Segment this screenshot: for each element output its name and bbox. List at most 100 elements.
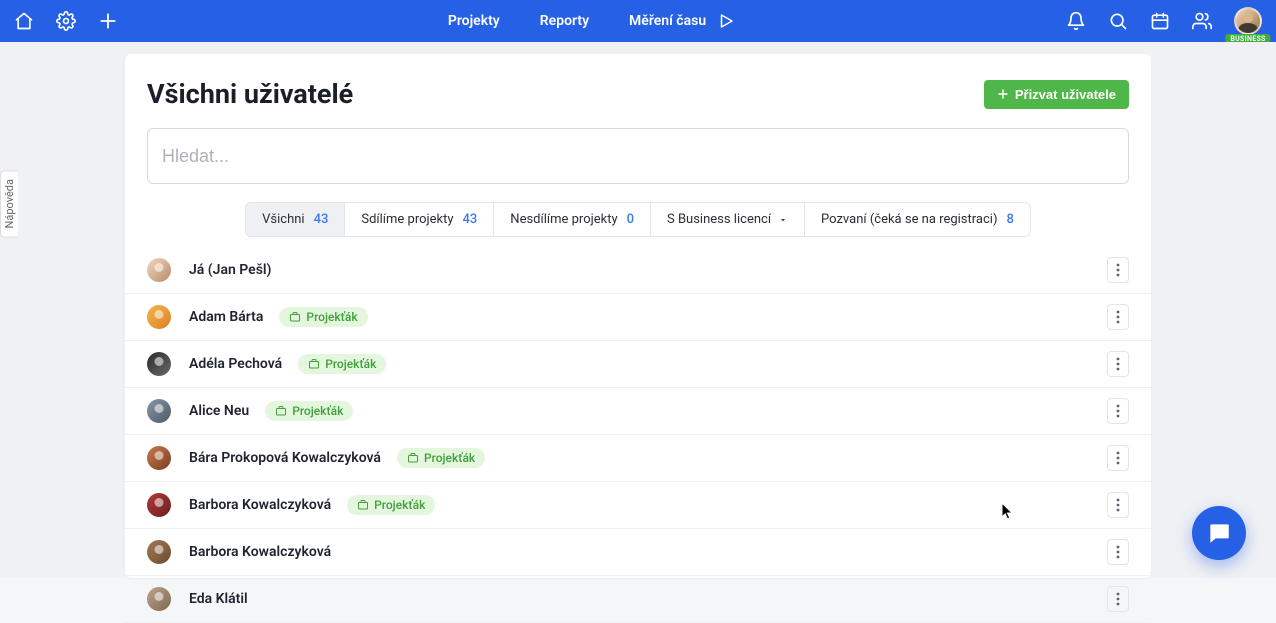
user-role-tag: Projekťák [265,401,353,421]
filter-licensed-label: S Business licencí [667,212,771,227]
filter-notshared-count: 0 [627,212,634,227]
user-name: Barbora Kowalczyková [189,544,331,560]
user-name: Bára Prokopová Kowalczyková [189,450,381,466]
user-avatar [147,399,171,423]
caret-down-icon [778,215,788,225]
briefcase-icon [407,452,419,464]
row-menu-button[interactable] [1107,304,1129,330]
row-menu-button[interactable] [1107,351,1129,377]
row-menu-button[interactable] [1107,539,1129,565]
dots-vertical-icon [1116,263,1120,277]
dots-vertical-icon [1116,310,1120,324]
user-role-label: Projekťák [374,498,425,512]
dots-vertical-icon [1116,451,1120,465]
user-name: Já (Jan Pešl) [189,262,271,278]
user-avatar [147,446,171,470]
row-menu-button[interactable] [1107,586,1129,612]
main-stage: Všichni uživatelé Přizvat uživatele Všic… [0,42,1276,578]
search-icon[interactable] [1108,11,1128,31]
user-row[interactable]: Bára Prokopová Kowalczyková Projekťák [125,435,1151,482]
user-role-label: Projekťák [424,451,475,465]
user-role-label: Projekťák [292,404,343,418]
filter-all[interactable]: Všichni 43 [246,203,345,236]
search-box[interactable] [147,128,1129,184]
user-name: Eda Klátil [189,591,248,607]
invite-user-label: Přizvat uživatele [1015,87,1116,102]
invite-user-button[interactable]: Přizvat uživatele [984,80,1129,109]
calendar-icon[interactable] [1150,11,1170,31]
user-role-label: Projekťák [306,310,357,324]
nav-link-reports[interactable]: Reporty [540,13,589,29]
plus-small-icon [997,88,1009,100]
user-avatar-menu[interactable]: BUSINESS [1234,7,1262,35]
filter-shared-label: Sdílíme projekty [361,212,453,227]
people-icon[interactable] [1192,11,1212,31]
panel-header: Všichni uživatelé Přizvat uživatele [147,78,1129,110]
briefcase-icon [357,499,369,511]
filter-notshared-label: Nesdílíme projekty [510,212,617,227]
nav-link-timetracking-label: Měření času [629,13,706,29]
row-menu-button[interactable] [1107,398,1129,424]
search-input[interactable] [162,146,1114,167]
filter-invited-label: Pozvaní (čeká se na registraci) [821,212,997,227]
row-menu-button[interactable] [1107,492,1129,518]
play-icon [716,11,736,31]
filter-all-count: 43 [314,212,329,227]
dots-vertical-icon [1116,545,1120,559]
user-row[interactable]: Barbora Kowalczyková Projekťák [125,482,1151,529]
gear-icon[interactable] [56,11,76,31]
filter-bar: Všichni 43 Sdílíme projekty 43 Nesdílíme… [147,202,1129,237]
user-role-tag: Projekťák [279,307,367,327]
filter-notshared[interactable]: Nesdílíme projekty 0 [494,203,651,236]
dots-vertical-icon [1116,404,1120,418]
dots-vertical-icon [1116,592,1120,606]
chat-fab[interactable] [1192,506,1246,560]
plus-icon[interactable] [98,11,118,31]
user-avatar [147,258,171,282]
top-navbar: Projekty Reporty Měření času BUSINESS [0,0,1276,42]
user-row[interactable]: Adam Bárta Projekťák [125,294,1151,341]
bell-icon[interactable] [1066,11,1086,31]
page-title: Všichni uživatelé [147,78,353,110]
user-role-tag: Projekťák [397,448,485,468]
home-icon[interactable] [14,11,34,31]
dots-vertical-icon [1116,357,1120,371]
dots-vertical-icon [1116,498,1120,512]
nav-link-timetracking[interactable]: Měření času [629,11,736,31]
nav-right: BUSINESS [1066,7,1262,35]
row-menu-button[interactable] [1107,445,1129,471]
user-role-label: Projekťák [325,357,376,371]
user-avatar [147,587,171,611]
users-panel: Všichni uživatelé Přizvat uživatele Všic… [125,54,1151,578]
filter-licensed[interactable]: S Business licencí [651,203,805,236]
filter-shared[interactable]: Sdílíme projekty 43 [345,203,494,236]
user-name: Adam Bárta [189,309,263,325]
briefcase-icon [275,405,287,417]
user-avatar [147,493,171,517]
user-row[interactable]: Barbora Kowalczyková [125,529,1151,576]
filter-all-label: Všichni [262,212,304,227]
user-row[interactable]: Alice Neu Projekťák [125,388,1151,435]
nav-left [14,11,118,31]
user-name: Alice Neu [189,403,249,419]
briefcase-icon [289,311,301,323]
user-name: Adéla Pechová [189,356,282,372]
user-avatar [147,305,171,329]
chat-icon [1206,520,1232,546]
user-name: Barbora Kowalczyková [189,497,331,513]
filter-invited-count: 8 [1006,212,1013,227]
filter-group: Všichni 43 Sdílíme projekty 43 Nesdílíme… [245,202,1031,237]
help-side-tab[interactable]: Nápověda [0,170,18,237]
avatar [1234,7,1262,35]
nav-link-projects[interactable]: Projekty [448,13,500,29]
user-list: Já (Jan Pešl)Adam BártaProjekťákAdéla Pe… [125,247,1151,623]
user-role-tag: Projekťák [298,354,386,374]
user-avatar [147,352,171,376]
nav-center: Projekty Reporty Měření času [118,11,1066,31]
row-menu-button[interactable] [1107,257,1129,283]
user-row[interactable]: Já (Jan Pešl) [125,247,1151,294]
filter-shared-count: 43 [463,212,478,227]
user-row[interactable]: Adéla Pechová Projekťák [125,341,1151,388]
user-row[interactable]: Eda Klátil [125,576,1151,623]
filter-invited[interactable]: Pozvaní (čeká se na registraci) 8 [805,203,1030,236]
